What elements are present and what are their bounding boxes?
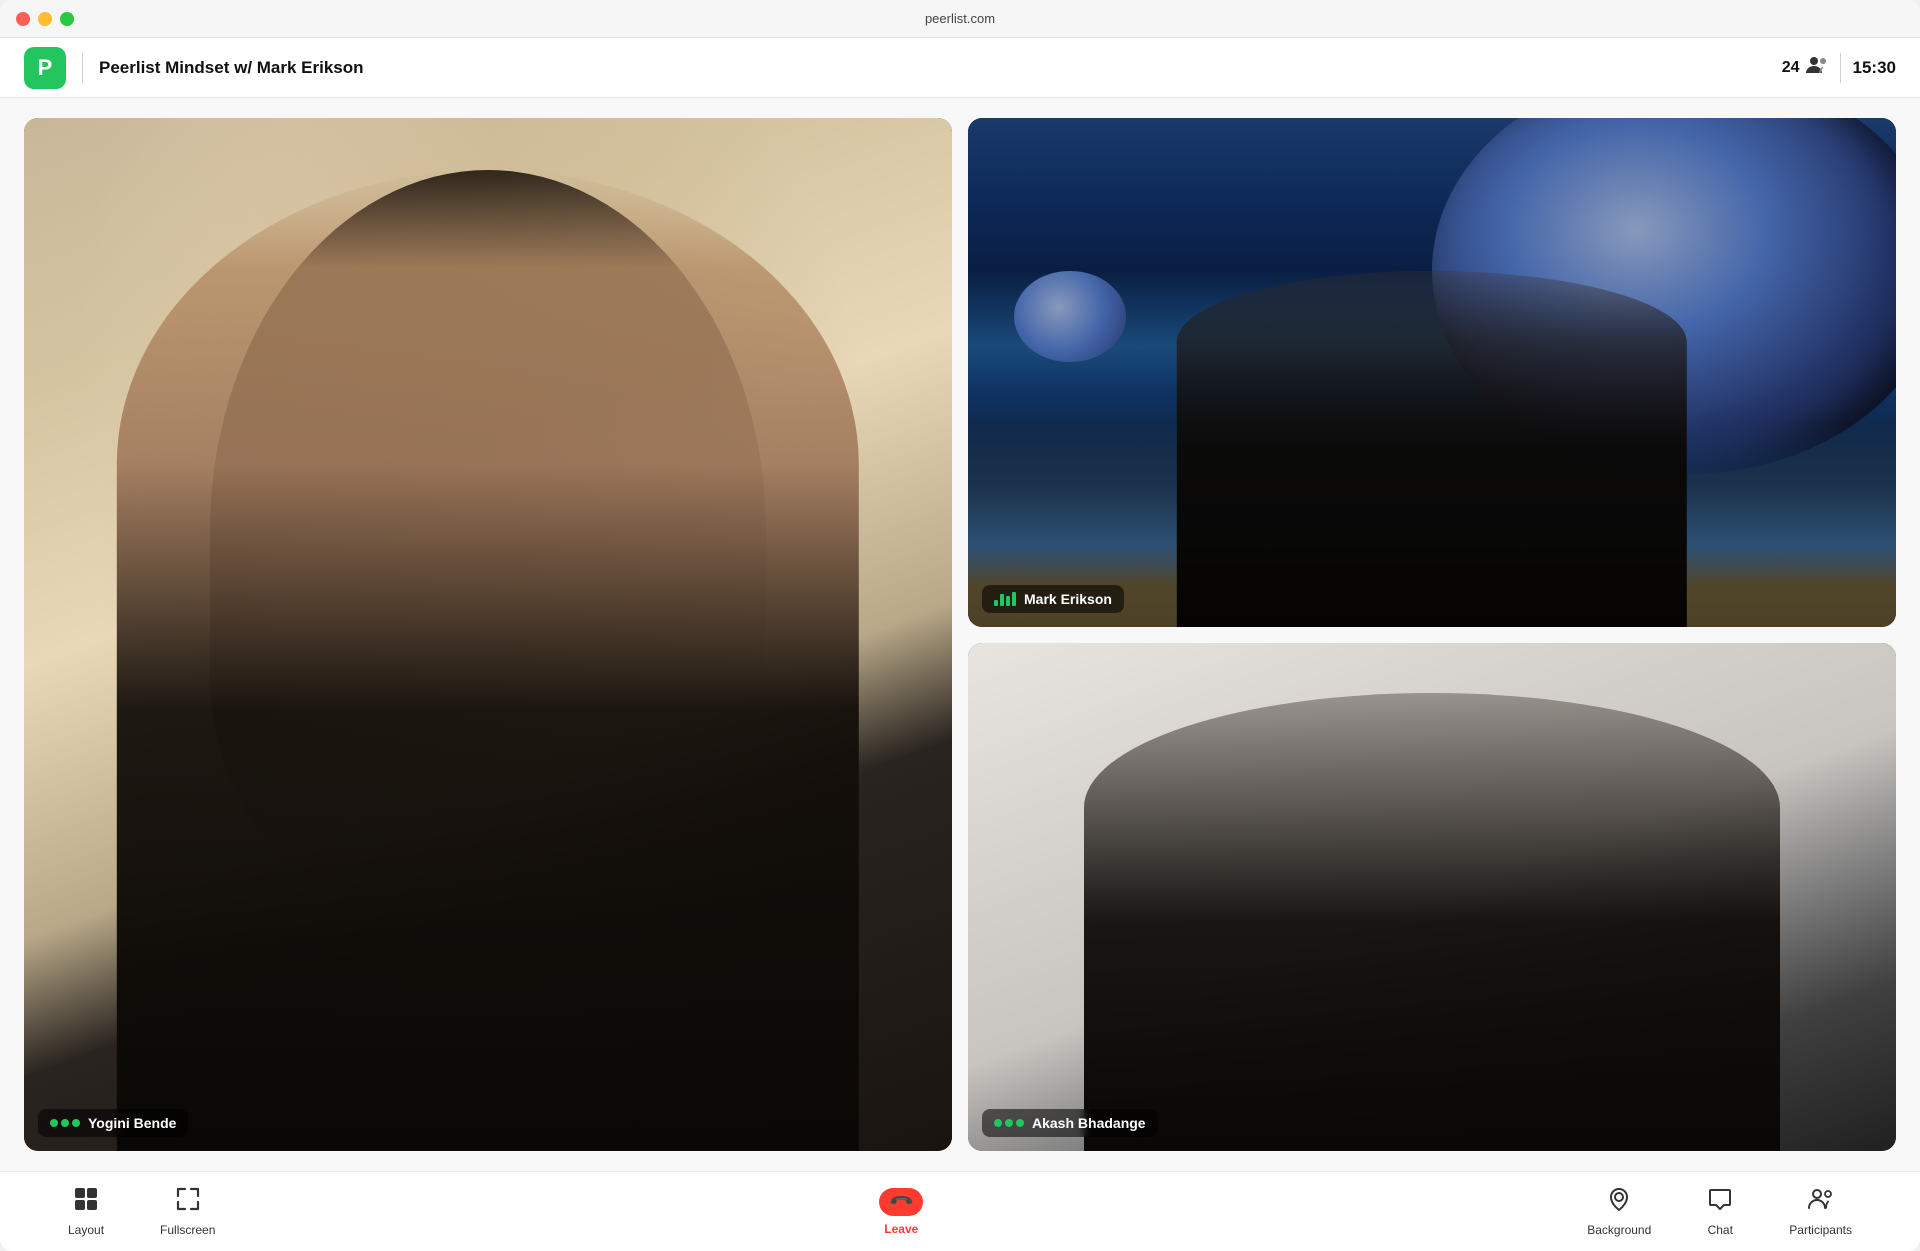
chat-label: Chat — [1708, 1223, 1733, 1237]
header-divider — [82, 53, 83, 83]
close-button[interactable] — [16, 12, 30, 26]
main-content: Yogini Bende — [0, 98, 1920, 1171]
toolbar-right: Background Chat — [1579, 1182, 1860, 1241]
layout-label: Layout — [68, 1223, 104, 1237]
video-bg-akash — [968, 643, 1896, 1152]
traffic-lights — [16, 12, 74, 26]
dot1 — [50, 1119, 58, 1127]
participants-button[interactable]: Participants — [1781, 1182, 1860, 1241]
dot3 — [1016, 1119, 1024, 1127]
bar3 — [1006, 596, 1010, 606]
toolbar-left: Layout Fullscreen — [60, 1182, 223, 1241]
person-silhouette-akash — [1084, 693, 1780, 1151]
audio-indicator-yogini — [50, 1119, 80, 1127]
video-frame-yogini: Yogini Bende — [24, 118, 952, 1151]
minimize-button[interactable] — [38, 12, 52, 26]
name-badge-akash: Akash Bhadange — [982, 1109, 1158, 1137]
bar4 — [1012, 592, 1016, 606]
dot1 — [994, 1119, 1002, 1127]
video-tile-yogini: Yogini Bende — [24, 118, 952, 1151]
fullscreen-label: Fullscreen — [160, 1223, 215, 1237]
name-badge-yogini: Yogini Bende — [38, 1109, 188, 1137]
phone-icon: 📞 — [887, 1187, 915, 1215]
meeting-title: Peerlist Mindset w/ Mark Erikson — [99, 58, 364, 78]
bar1 — [994, 600, 998, 606]
fullscreen-icon — [175, 1186, 201, 1219]
count-number: 24 — [1782, 59, 1800, 77]
window-title: peerlist.com — [925, 11, 995, 26]
app-logo: P — [24, 47, 66, 89]
person-silhouette-mark — [1177, 271, 1687, 627]
name-badge-mark: Mark Erikson — [982, 585, 1124, 613]
video-bg-mark — [968, 118, 1896, 627]
app-window: peerlist.com P Peerlist Mindset w/ Mark … — [0, 0, 1920, 1251]
video-right-column: Mark Erikson Akash Bhadange — [968, 118, 1896, 1151]
leave-icon: 📞 — [879, 1188, 923, 1216]
chat-icon — [1707, 1186, 1733, 1219]
chat-button[interactable]: Chat — [1699, 1182, 1741, 1241]
background-label: Background — [1587, 1223, 1651, 1237]
time-divider — [1840, 53, 1841, 83]
people-icon — [1806, 56, 1828, 79]
space-moon — [1014, 271, 1125, 363]
dot2 — [1005, 1119, 1013, 1127]
background-icon — [1606, 1186, 1632, 1219]
background-button[interactable]: Background — [1579, 1182, 1659, 1241]
leave-button[interactable]: 📞 Leave — [863, 1184, 939, 1240]
audio-indicator-mark — [994, 592, 1016, 606]
video-bg-yogini — [24, 118, 952, 1151]
participants-icon — [1808, 1186, 1834, 1219]
participant-name-akash: Akash Bhadange — [1032, 1115, 1146, 1131]
header-bar: P Peerlist Mindset w/ Mark Erikson 24 — [0, 38, 1920, 98]
participant-count: 24 — [1782, 56, 1828, 79]
dot2 — [61, 1119, 69, 1127]
video-grid: Yogini Bende — [24, 118, 1896, 1151]
toolbar: Layout Fullscreen 📞 Leave — [0, 1171, 1920, 1251]
layout-icon — [73, 1186, 99, 1219]
dot3 — [72, 1119, 80, 1127]
video-tile-mark: Mark Erikson — [968, 118, 1896, 627]
audio-indicator-akash — [994, 1119, 1024, 1127]
participant-name-mark: Mark Erikson — [1024, 591, 1112, 607]
participant-name-yogini: Yogini Bende — [88, 1115, 176, 1131]
leave-label: Leave — [884, 1222, 918, 1236]
maximize-button[interactable] — [60, 12, 74, 26]
video-tile-akash: Akash Bhadange — [968, 643, 1896, 1152]
logo-container: P Peerlist Mindset w/ Mark Erikson — [24, 47, 364, 89]
person-silhouette-yogini — [117, 170, 859, 1151]
bar2 — [1000, 594, 1004, 606]
layout-button[interactable]: Layout — [60, 1182, 112, 1241]
time-display: 15:30 — [1853, 58, 1896, 78]
fullscreen-button[interactable]: Fullscreen — [152, 1182, 223, 1241]
participants-label: Participants — [1789, 1223, 1852, 1237]
toolbar-center: 📞 Leave — [863, 1184, 939, 1240]
title-bar: peerlist.com — [0, 0, 1920, 38]
header-right: 24 15:30 — [1782, 53, 1896, 83]
